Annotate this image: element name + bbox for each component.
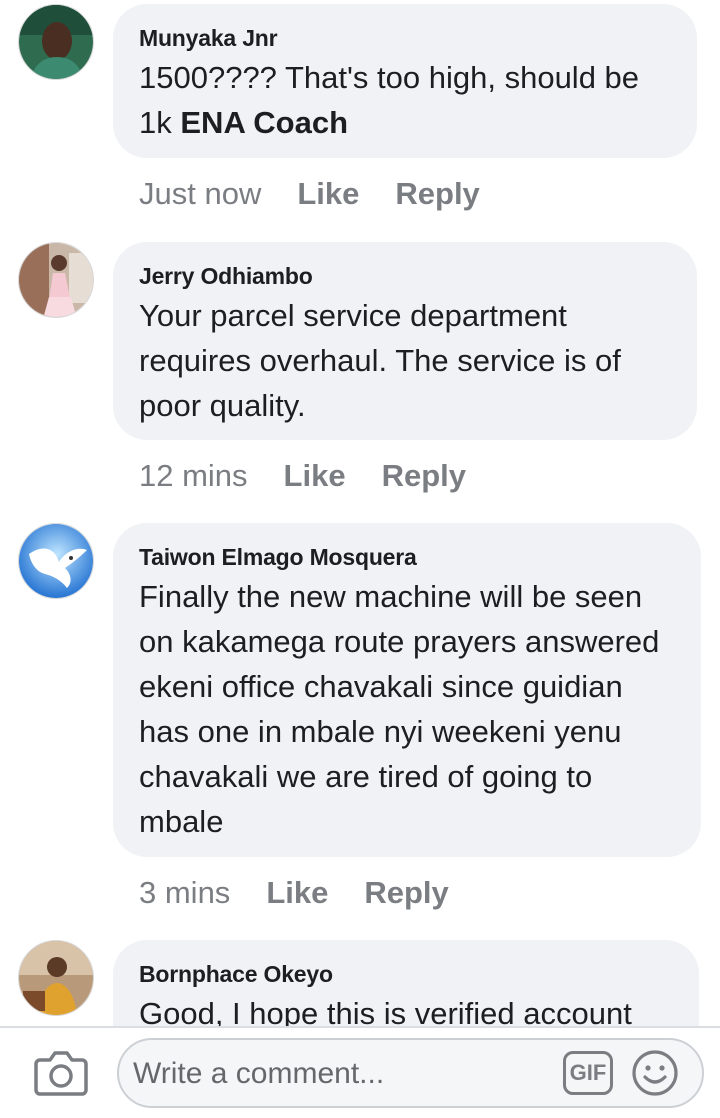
like-button[interactable]: Like — [284, 458, 346, 493]
comment-author[interactable]: Bornphace Okeyo — [139, 960, 673, 988]
comment-meta: 3 mins Like Reply — [139, 875, 449, 911]
reply-button[interactable]: Reply — [382, 458, 466, 493]
comment-timestamp[interactable]: 12 mins — [139, 458, 248, 493]
comment-timestamp[interactable]: 3 mins — [139, 875, 230, 910]
profile-photo-child — [19, 243, 93, 317]
comment-text: Your parcel service department requires … — [139, 298, 621, 423]
reply-button[interactable]: Reply — [364, 875, 448, 910]
comment-timestamp[interactable]: Just now — [139, 176, 261, 211]
comment-author[interactable]: Munyaka Jnr — [139, 24, 671, 52]
comment-text: Finally the new machine will be seen on … — [139, 579, 660, 839]
comment-author[interactable]: Taiwon Elmago Mosquera — [139, 543, 675, 571]
avatar[interactable] — [18, 940, 94, 1016]
profile-photo-dove — [19, 524, 93, 598]
like-button[interactable]: Like — [266, 875, 328, 910]
comment-text: 1500???? That's too high, should be 1k E… — [139, 55, 671, 145]
avatar[interactable] — [18, 523, 94, 599]
comment-composer: GIF — [0, 1026, 720, 1118]
comment-bubble[interactable]: Taiwon Elmago Mosquera Finally the new m… — [113, 523, 701, 857]
comment-meta: 12 mins Like Reply — [139, 458, 466, 494]
comment-bubble[interactable]: Bornphace Okeyo Good, I hope this is ver… — [113, 940, 699, 1026]
like-button[interactable]: Like — [297, 176, 359, 211]
camera-icon[interactable] — [34, 1048, 88, 1098]
avatar[interactable] — [18, 4, 94, 80]
profile-photo-portrait — [19, 5, 93, 79]
comment-input[interactable] — [131, 1048, 555, 1100]
profile-photo-person — [19, 941, 93, 1015]
mention-tag[interactable]: ENA Coach — [180, 105, 348, 140]
comment-bubble[interactable]: Munyaka Jnr 1500???? That's too high, sh… — [113, 4, 697, 158]
smiley-icon[interactable] — [631, 1049, 679, 1097]
reply-button[interactable]: Reply — [395, 176, 479, 211]
comments-feed[interactable]: Munyaka Jnr 1500???? That's too high, sh… — [0, 0, 720, 1026]
comment-bubble[interactable]: Jerry Odhiambo Your parcel service depar… — [113, 242, 697, 440]
comment-meta: Just now Like Reply — [139, 176, 480, 212]
avatar[interactable] — [18, 242, 94, 318]
gif-button[interactable]: GIF — [563, 1051, 613, 1095]
comment-text: Good, I hope this is verified account — [139, 996, 632, 1026]
comment-author[interactable]: Jerry Odhiambo — [139, 262, 671, 290]
comment-input-container[interactable]: GIF — [117, 1038, 704, 1108]
